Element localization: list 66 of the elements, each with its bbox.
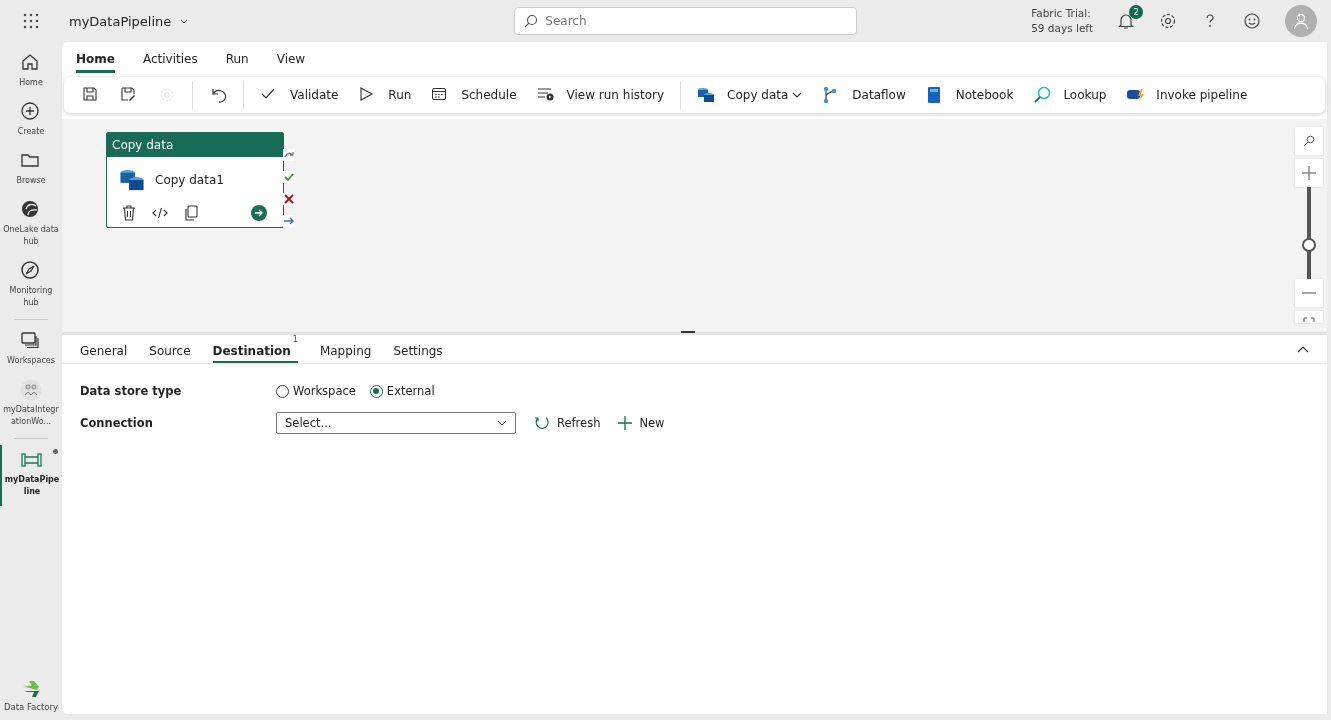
properties-tab[interactable]: General xyxy=(80,335,128,363)
caret-icon xyxy=(792,90,803,100)
radio-option[interactable]: External xyxy=(369,384,435,398)
refresh-icon xyxy=(534,415,550,431)
settings-icon[interactable] xyxy=(1159,12,1177,30)
toolbar-button[interactable]: Invoke pipeline xyxy=(1118,80,1256,110)
refresh-button[interactable]: Refresh xyxy=(534,415,601,431)
ribbon-tab[interactable]: Activities xyxy=(142,48,198,73)
code-icon[interactable] xyxy=(152,207,168,219)
compass-icon xyxy=(20,260,42,282)
completion-port-icon[interactable] xyxy=(283,215,295,227)
sidebar-item[interactable]: Home xyxy=(0,48,62,97)
activity-type-label: Copy data xyxy=(107,133,283,157)
add-circle-icon xyxy=(20,101,42,123)
success-port-icon[interactable] xyxy=(283,171,295,183)
delete-icon[interactable] xyxy=(122,205,136,221)
fit-frame-icon xyxy=(1303,317,1315,323)
collapse-chevron-icon[interactable] xyxy=(1297,345,1309,353)
toolbar-button[interactable]: Notebook xyxy=(917,80,1022,110)
plus-icon xyxy=(1302,166,1316,180)
copy-data-icon xyxy=(119,167,145,193)
toolbar-button[interactable]: Run xyxy=(350,80,420,110)
pipeline-name-dropdown[interactable]: myDataPipeline xyxy=(69,13,190,29)
sidebar-item[interactable]: myDataIntegrationWo... xyxy=(0,375,62,436)
product-name: Data Factory xyxy=(3,702,58,712)
field-label: Data store type xyxy=(80,384,183,398)
field-label: Connection xyxy=(80,416,154,430)
properties-tab[interactable]: Source xyxy=(149,335,191,363)
feedback-smiley-icon[interactable] xyxy=(1243,12,1261,30)
toolbar-button[interactable]: Schedule xyxy=(423,80,525,110)
person-icon xyxy=(1292,12,1310,30)
sidebar-item[interactable]: Monitoring hub xyxy=(0,256,62,317)
properties-tab[interactable]: Settings xyxy=(393,335,443,363)
connection-dropdown[interactable]: Select... xyxy=(276,412,516,434)
sidebar-item[interactable]: OneLake data hub xyxy=(0,195,62,256)
toolbar-button[interactable]: View run history xyxy=(528,80,673,110)
skip-port-icon[interactable] xyxy=(283,149,295,161)
ribbon-tab[interactable]: Home xyxy=(76,48,115,73)
plus-icon xyxy=(618,416,633,430)
new-button[interactable]: New xyxy=(618,416,665,430)
activity-name: Copy data1 xyxy=(155,173,224,187)
properties-tab[interactable]: Mapping xyxy=(319,335,372,363)
pipeline-bolt-icon xyxy=(1126,86,1147,104)
trial-status: Fabric Trial: 59 days left xyxy=(1031,6,1093,36)
ribbon-tab[interactable]: View xyxy=(276,48,306,73)
sidebar-item[interactable]: Browse xyxy=(0,146,62,195)
chevron-down-icon xyxy=(497,418,507,428)
notification-count: 2 xyxy=(1129,5,1143,19)
ribbon-tab[interactable]: Run xyxy=(225,48,249,73)
toolbar-button[interactable]: Validate xyxy=(252,80,347,110)
app-launcher-icon[interactable] xyxy=(23,13,39,29)
zoom-slider-thumb[interactable] xyxy=(1302,237,1316,252)
toolbar-button[interactable]: Lookup xyxy=(1025,80,1115,110)
copy-icon[interactable] xyxy=(184,205,198,221)
notifications-bell-icon[interactable] xyxy=(1117,12,1135,30)
failure-port-icon[interactable] xyxy=(283,193,295,205)
toolbar-button[interactable]: Copy data xyxy=(689,80,811,110)
activity-card[interactable]: Copy data Copy data1 xyxy=(106,132,284,228)
search-field[interactable]: Search xyxy=(514,7,858,35)
search-canvas-button[interactable] xyxy=(1295,127,1323,155)
sidebar-item[interactable]: Workspaces xyxy=(0,326,62,375)
search-icon xyxy=(1303,135,1315,147)
radio-option[interactable]: Workspace xyxy=(276,384,356,398)
people-icon xyxy=(20,379,42,401)
toolbar-button[interactable]: Dataflow xyxy=(814,80,914,110)
sidebar-item[interactable]: Create xyxy=(0,97,62,146)
